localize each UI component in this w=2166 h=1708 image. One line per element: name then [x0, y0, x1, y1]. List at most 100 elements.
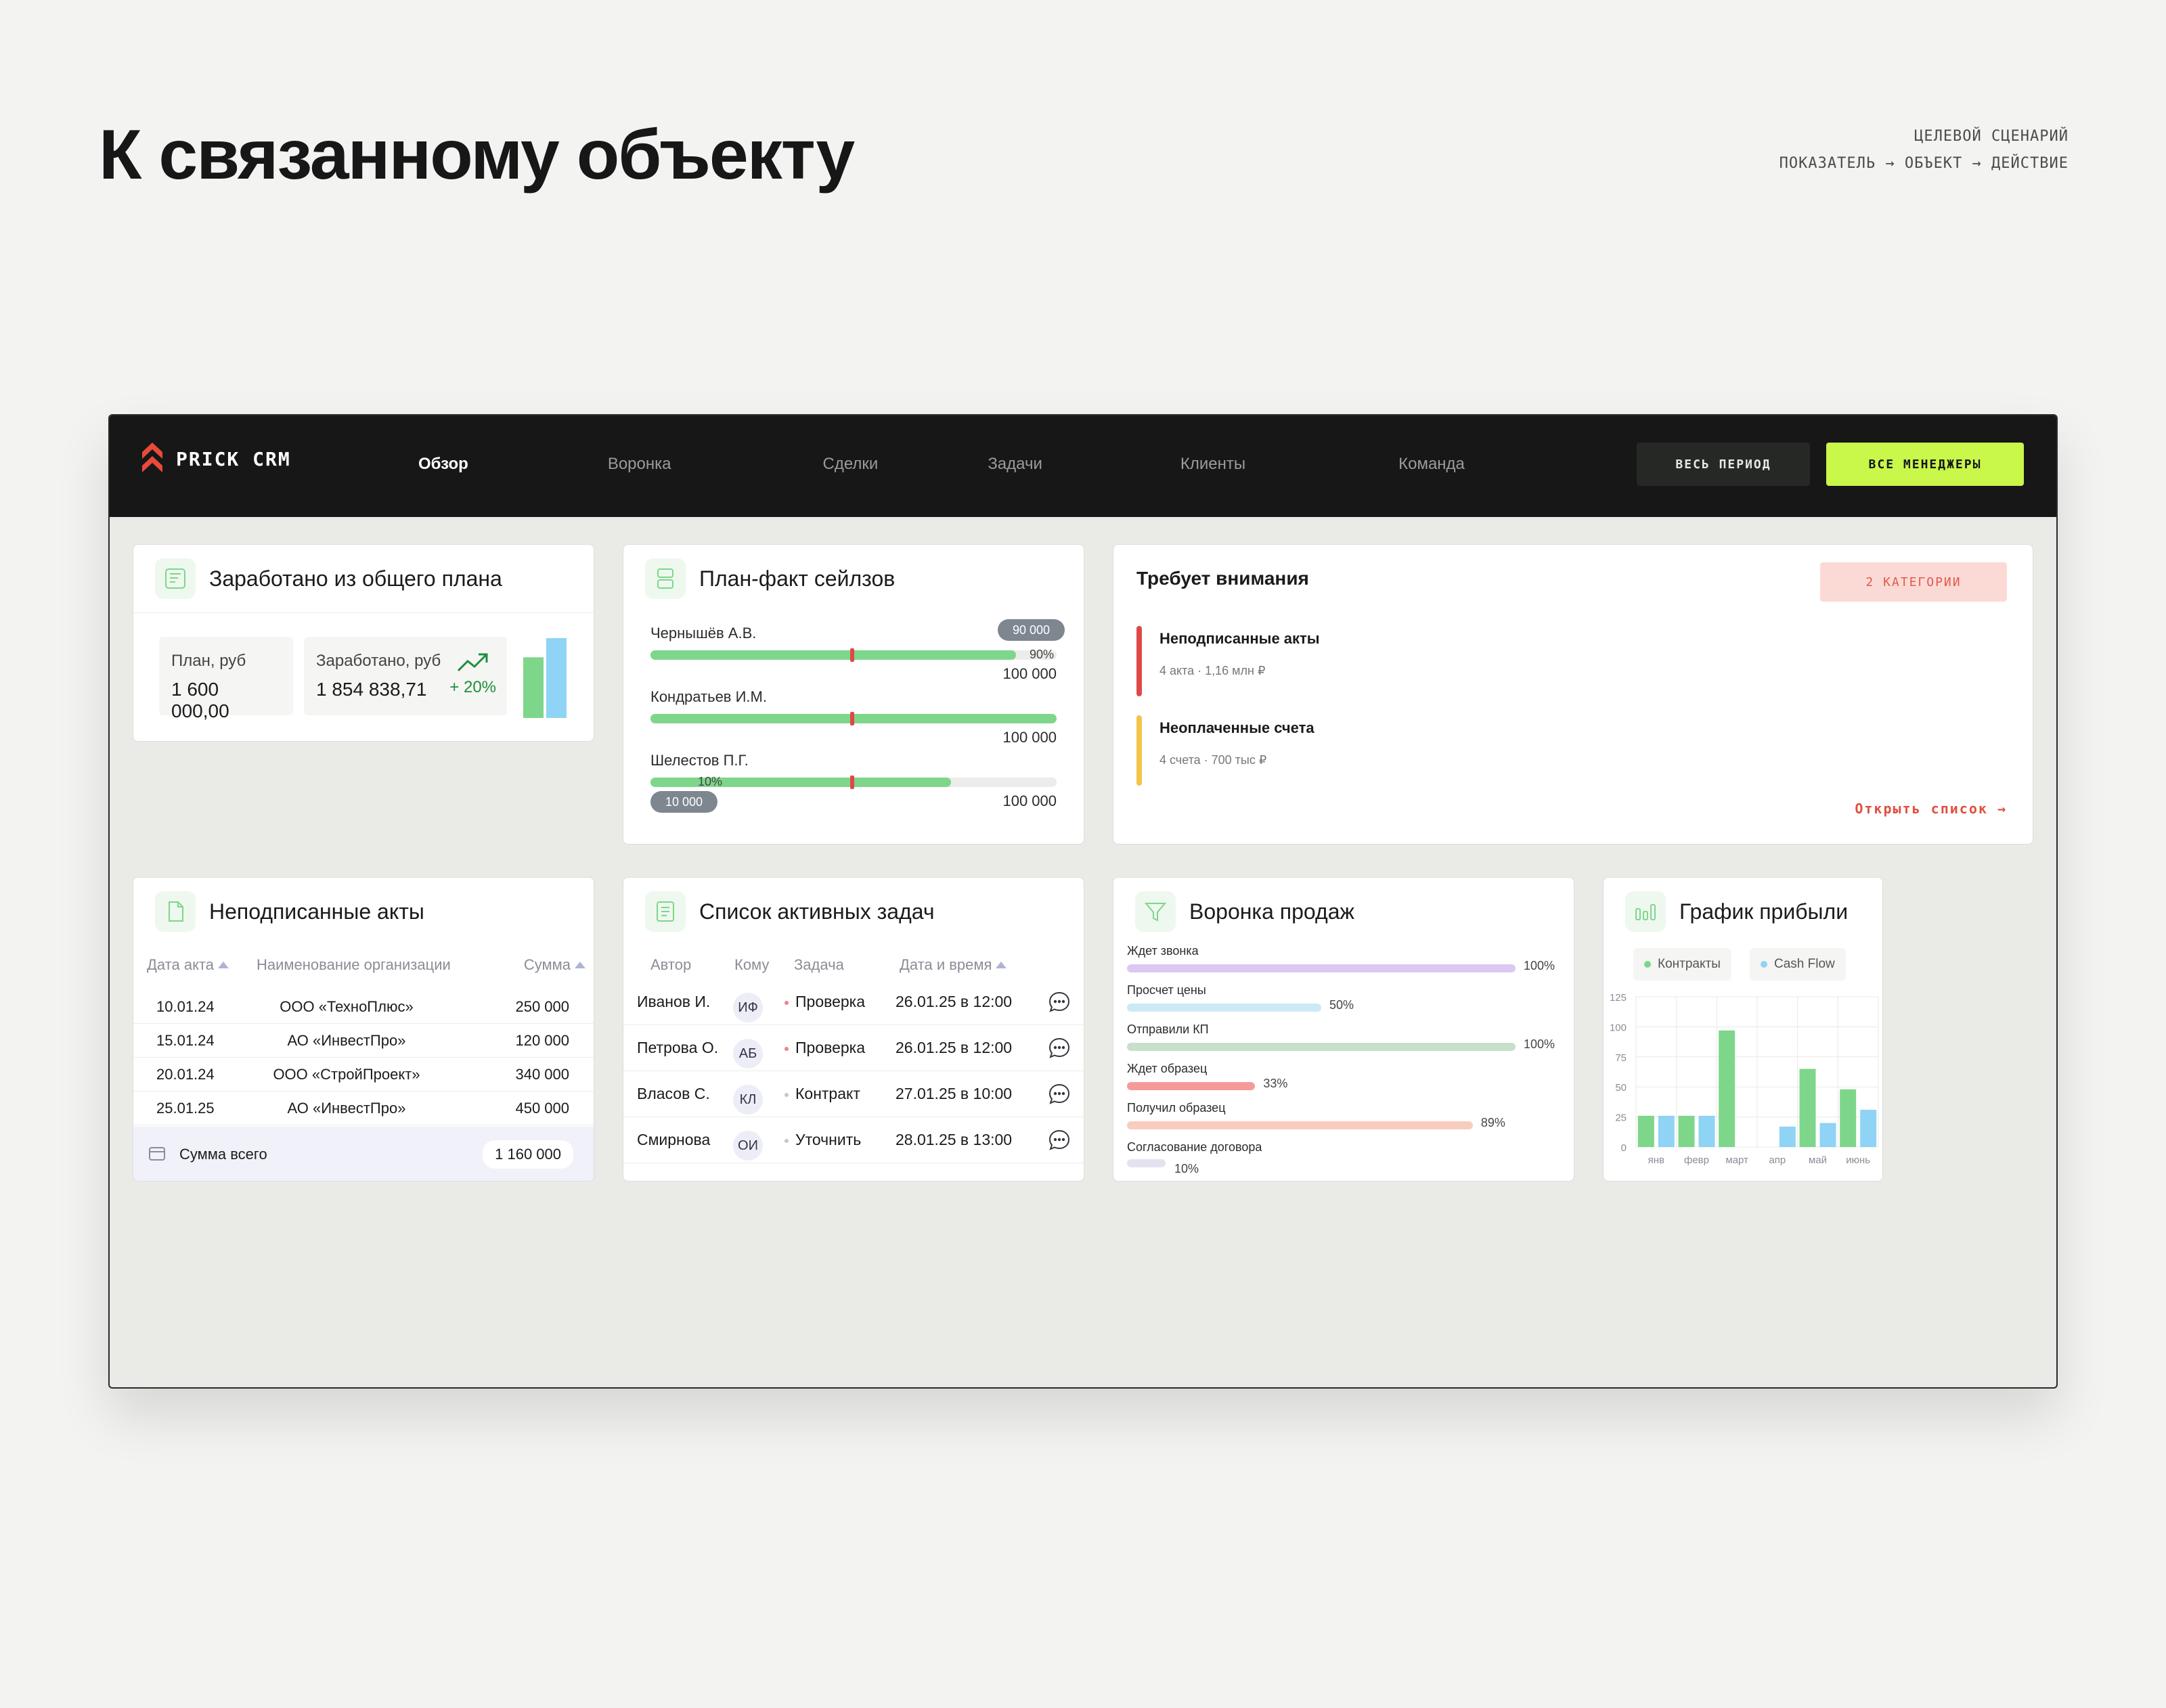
actual-value-bubble: 90 000 — [997, 619, 1065, 641]
checklist-icon — [645, 891, 686, 932]
nav-item[interactable]: Клиенты — [1180, 455, 1245, 474]
header-date-sortable[interactable]: Дата акта — [147, 956, 229, 974]
task-row[interactable]: Петрова О. АБ Проверка 26.01.25 в 12:00 — [623, 1025, 1084, 1071]
card-title: Воронка продаж — [1189, 899, 1354, 924]
plan-marker — [850, 648, 854, 662]
attention-item-sub: 4 акта · 1,16 млн ₽ — [1159, 664, 1266, 677]
legend-item-contracts[interactable]: Контракты — [1633, 948, 1731, 981]
managers-filter-button[interactable]: ВСЕ МЕНЕДЖЕРЫ — [1826, 443, 2024, 486]
plan-marker — [850, 712, 854, 725]
nav-item[interactable]: Сделки — [823, 455, 879, 474]
categories-badge[interactable]: 2 КАТЕГОРИИ — [1820, 562, 2007, 602]
attention-item[interactable]: Неоплаченные счета 4 счета · 700 тыс ₽ — [1136, 715, 1314, 786]
chat-icon[interactable] — [1047, 1082, 1071, 1106]
x-tick-label: февр — [1684, 1154, 1709, 1166]
task-name: Контракт — [784, 1085, 860, 1103]
attention-item-title: Неоплаченные счета — [1159, 719, 1314, 736]
table-row[interactable]: 15.01.24 АО «ИнвестПро» 120 000 — [133, 1024, 594, 1058]
table-row[interactable]: 25.01.25 АО «ИнвестПро» 450 000 — [133, 1092, 594, 1125]
bar-contracts[interactable] — [1678, 1115, 1695, 1147]
task-datetime: 26.01.25 в 12:00 — [896, 1039, 1013, 1056]
bar-cashflow[interactable] — [1698, 1115, 1715, 1147]
chat-icon[interactable] — [1047, 990, 1071, 1014]
funnel-stage[interactable]: Ждет звонка 100% — [1127, 944, 1560, 972]
task-row[interactable]: Смирнова ОИ Уточнить 28.01.25 в 13:00 — [623, 1117, 1084, 1163]
bar-cashflow[interactable] — [1860, 1109, 1877, 1147]
bar-contracts[interactable] — [1799, 1069, 1816, 1147]
header-sum-sortable[interactable]: Сумма — [524, 956, 585, 974]
progress-track — [650, 648, 1057, 662]
task-name: Уточнить — [784, 1131, 861, 1149]
task-label: Уточнить — [795, 1131, 862, 1148]
stage-label: Отправили КП — [1127, 1022, 1209, 1036]
stage-label: Согласование договора — [1127, 1140, 1262, 1154]
open-list-link[interactable]: Открыть список → — [1855, 801, 2007, 817]
stage-label: Просчет цены — [1127, 983, 1206, 997]
header-datetime-sortable[interactable]: Дата и время — [900, 956, 1007, 974]
attention-item[interactable]: Неподписанные акты 4 акта · 1,16 млн ₽ — [1136, 626, 1320, 696]
task-row[interactable]: Иванов И. ИФ Проверка 26.01.25 в 12:00 — [623, 979, 1084, 1025]
planfact-row[interactable]: Шелестов П.Г. 100 000 10% 10 000 — [650, 752, 1057, 813]
planfact-row[interactable]: Кондратьев И.М. 100 000 — [650, 688, 1057, 746]
assignee-avatar[interactable]: ИФ — [733, 993, 763, 1022]
legend-dot — [1644, 961, 1651, 968]
x-tick-label: июнь — [1846, 1154, 1870, 1166]
sales-funnel-card[interactable]: Воронка продаж Ждет звонка 100% Просчет це… — [1113, 877, 1574, 1182]
legend-item-cashflow[interactable]: Cash Flow — [1750, 948, 1846, 981]
bar-contracts[interactable] — [1840, 1089, 1857, 1147]
table-row[interactable]: 10.01.24 ООО «ТехноПлюс» 250 000 — [133, 990, 594, 1024]
funnel-stage[interactable]: Отправили КП 100% — [1127, 1022, 1560, 1051]
stage-bar — [1127, 1159, 1166, 1167]
progress-percent: 10% — [698, 775, 723, 788]
stage-label: Ждет образец — [1127, 1062, 1208, 1075]
card-title: Заработано из общего плана — [209, 566, 502, 591]
funnel-stage[interactable]: Просчет цены 50% — [1127, 983, 1560, 1012]
severity-bar — [1136, 626, 1142, 696]
profit-chart-card[interactable]: График прибыли Контракты Cash Flow 125 10… — [1603, 877, 1883, 1182]
task-row[interactable]: Власов С. КЛ Контракт 27.01.25 в 10:00 — [623, 1071, 1084, 1117]
nav-item[interactable]: Обзор — [418, 455, 468, 474]
earned-card[interactable]: Заработано из общего плана План, руб 1 6… — [133, 544, 594, 742]
logo[interactable]: PRICK CRM — [142, 443, 291, 475]
progress-fill — [650, 650, 1016, 660]
assignee-avatar[interactable]: КЛ — [733, 1085, 763, 1115]
nav-item[interactable]: Задачи — [988, 455, 1042, 474]
funnel-stage[interactable]: Ждет образец 33% — [1127, 1062, 1560, 1090]
nav-item[interactable]: Команда — [1398, 455, 1465, 474]
planfact-row[interactable]: Чернышёв А.В. 100 000 90 000 90% — [650, 619, 1065, 682]
stage-percent: 100% — [1524, 1037, 1555, 1051]
bar-contracts[interactable] — [1719, 1030, 1736, 1147]
bar-contracts[interactable] — [1637, 1115, 1654, 1147]
funnel-icon — [1135, 891, 1176, 932]
plan-total: 100 000 — [1002, 729, 1057, 746]
table-row[interactable]: 20.01.24 ООО «СтройПроект» 340 000 — [133, 1058, 594, 1092]
bar-cashflow[interactable] — [1819, 1123, 1836, 1147]
bar-cashflow[interactable] — [1779, 1126, 1796, 1147]
unsigned-acts-card[interactable]: Неподписанные акты Дата акта Наименовани… — [133, 877, 594, 1182]
card-title: График прибыли — [1679, 899, 1849, 924]
assignee-avatar[interactable]: ОИ — [733, 1131, 763, 1161]
header-label: Наименование организации — [257, 956, 451, 973]
tasks-card[interactable]: Список активных задач Автор Кому Задача … — [623, 877, 1084, 1182]
task-label: Проверка — [795, 993, 866, 1010]
sort-asc-icon — [996, 962, 1007, 968]
task-label: Проверка — [795, 1039, 866, 1056]
bar-cashflow[interactable] — [1658, 1115, 1675, 1147]
funnel-stage[interactable]: Получил образец 89% — [1127, 1101, 1560, 1129]
plan-kpi: План, руб 1 600 000,00 — [159, 637, 293, 721]
planfact-card[interactable]: План-факт сейлзов Чернышёв А.В. 100 000 90… — [623, 544, 1084, 845]
task-label: Контракт — [795, 1085, 860, 1102]
crm-app-window: PRICK CRM Обзор Воронка Сделки Задачи Клиент… — [108, 414, 2058, 1389]
profit-bar-chart: 125 100 75 50 25 0 янв февр март апр май июнь — [1610, 992, 1879, 1166]
chat-icon[interactable] — [1047, 1128, 1071, 1152]
layers-icon — [645, 558, 686, 599]
task-datetime: 27.01.25 в 10:00 — [896, 1085, 1013, 1102]
header-label: Сумма — [523, 956, 571, 973]
nav-item[interactable]: Воронка — [608, 455, 671, 474]
stage-bar — [1127, 1043, 1516, 1051]
funnel-stage[interactable]: Согласование договора 10% — [1127, 1140, 1560, 1175]
salesperson-name: Шелестов П.Г. — [650, 752, 749, 769]
assignee-avatar[interactable]: АБ — [733, 1039, 763, 1069]
period-filter-button[interactable]: ВЕСЬ ПЕРИОД — [1637, 443, 1810, 486]
chat-icon[interactable] — [1047, 1036, 1071, 1060]
